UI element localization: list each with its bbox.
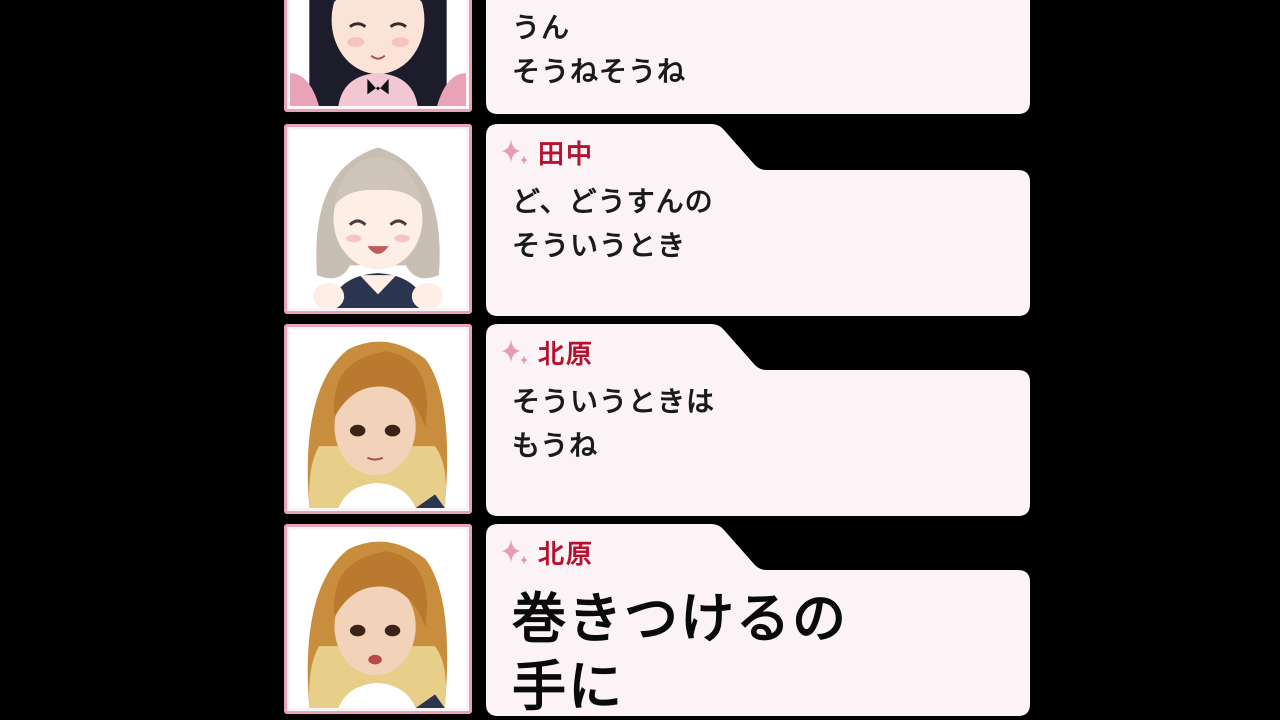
dialogue-entry: 北原 そういうときは もうね <box>284 324 1030 516</box>
character-portrait <box>284 524 472 714</box>
dialogue-bubble: うん そうねそうね <box>486 0 1030 114</box>
dialogue-log: うん そうねそうね 田中 ど、どうすんの そういうとき 北原 そういうときは も… <box>0 0 1280 720</box>
speaker-name: 田中 <box>538 139 595 170</box>
speaker-label: 北原 <box>500 536 595 570</box>
character-portrait <box>284 124 472 314</box>
blonde-girl-portrait-icon <box>290 330 466 508</box>
dialogue-line-emphasis: 手に <box>512 655 624 718</box>
dialogue-line: そうねそうね <box>512 55 687 88</box>
character-portrait <box>284 324 472 514</box>
blonde-girl-portrait-icon <box>290 530 466 708</box>
speaker-name: 北原 <box>538 539 595 570</box>
sparkle-icon <box>501 139 528 165</box>
dialogue-bubble: 北原 そういうときは もうね <box>486 324 1030 516</box>
speaker-label: 田中 <box>500 136 595 170</box>
dialogue-line: もうね <box>512 429 599 462</box>
speaker-label: 北原 <box>500 336 595 370</box>
speaker-name: 北原 <box>538 339 595 370</box>
sparkle-icon <box>501 339 528 365</box>
dialogue-line: そういうときは <box>512 385 716 418</box>
dialogue-line: ど、どうすんの <box>512 185 714 218</box>
dialogue-entry: うん そうねそうね <box>284 0 1030 114</box>
sparkle-icon <box>501 539 528 565</box>
dialogue-line: うん <box>512 11 571 44</box>
dialogue-bubble: 田中 ど、どうすんの そういうとき <box>486 124 1030 316</box>
dialogue-entry: 田中 ど、どうすんの そういうとき <box>284 124 1030 316</box>
dialogue-entry: 北原 巻きつけるの 手に <box>284 524 1030 718</box>
dialogue-line: そういうとき <box>512 229 687 262</box>
black-haired-girl-portrait-icon <box>290 0 466 106</box>
dialogue-bubble: 北原 巻きつけるの 手に <box>486 524 1030 718</box>
light-haired-girl-portrait-icon <box>290 130 466 308</box>
character-portrait <box>284 0 472 112</box>
